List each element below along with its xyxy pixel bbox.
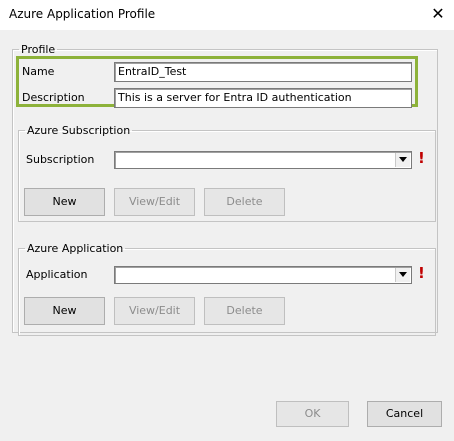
subscription-warning-icon: ! <box>418 149 425 167</box>
subscription-label: Subscription <box>26 153 95 166</box>
cancel-button[interactable]: Cancel <box>367 401 442 427</box>
azure-application-group-label: Azure Application <box>27 242 124 255</box>
application-new-button[interactable]: New <box>24 297 105 325</box>
subscription-delete-button[interactable]: Delete <box>204 188 285 216</box>
application-view-edit-button[interactable]: View/Edit <box>114 297 195 325</box>
name-field[interactable]: EntraID_Test <box>114 62 412 82</box>
subscription-new-button[interactable]: New <box>24 188 105 216</box>
close-icon[interactable]: ✕ <box>428 3 448 25</box>
description-field[interactable]: This is a server for Entra ID authentica… <box>114 88 412 108</box>
application-label: Application <box>26 268 88 281</box>
azure-subscription-group-label: Azure Subscription <box>27 124 131 137</box>
ok-button[interactable]: OK <box>276 401 349 427</box>
application-warning-icon: ! <box>418 264 425 282</box>
profile-group-label: Profile <box>21 43 56 56</box>
subscription-view-edit-button[interactable]: View/Edit <box>114 188 195 216</box>
application-select[interactable] <box>114 266 412 284</box>
chevron-down-icon[interactable] <box>395 153 410 167</box>
subscription-select[interactable] <box>114 151 412 169</box>
chevron-down-icon[interactable] <box>395 268 410 282</box>
name-label: Name <box>22 65 55 78</box>
window-title: Azure Application Profile <box>9 7 156 21</box>
application-delete-button[interactable]: Delete <box>204 297 285 325</box>
description-label: Description <box>22 91 85 104</box>
